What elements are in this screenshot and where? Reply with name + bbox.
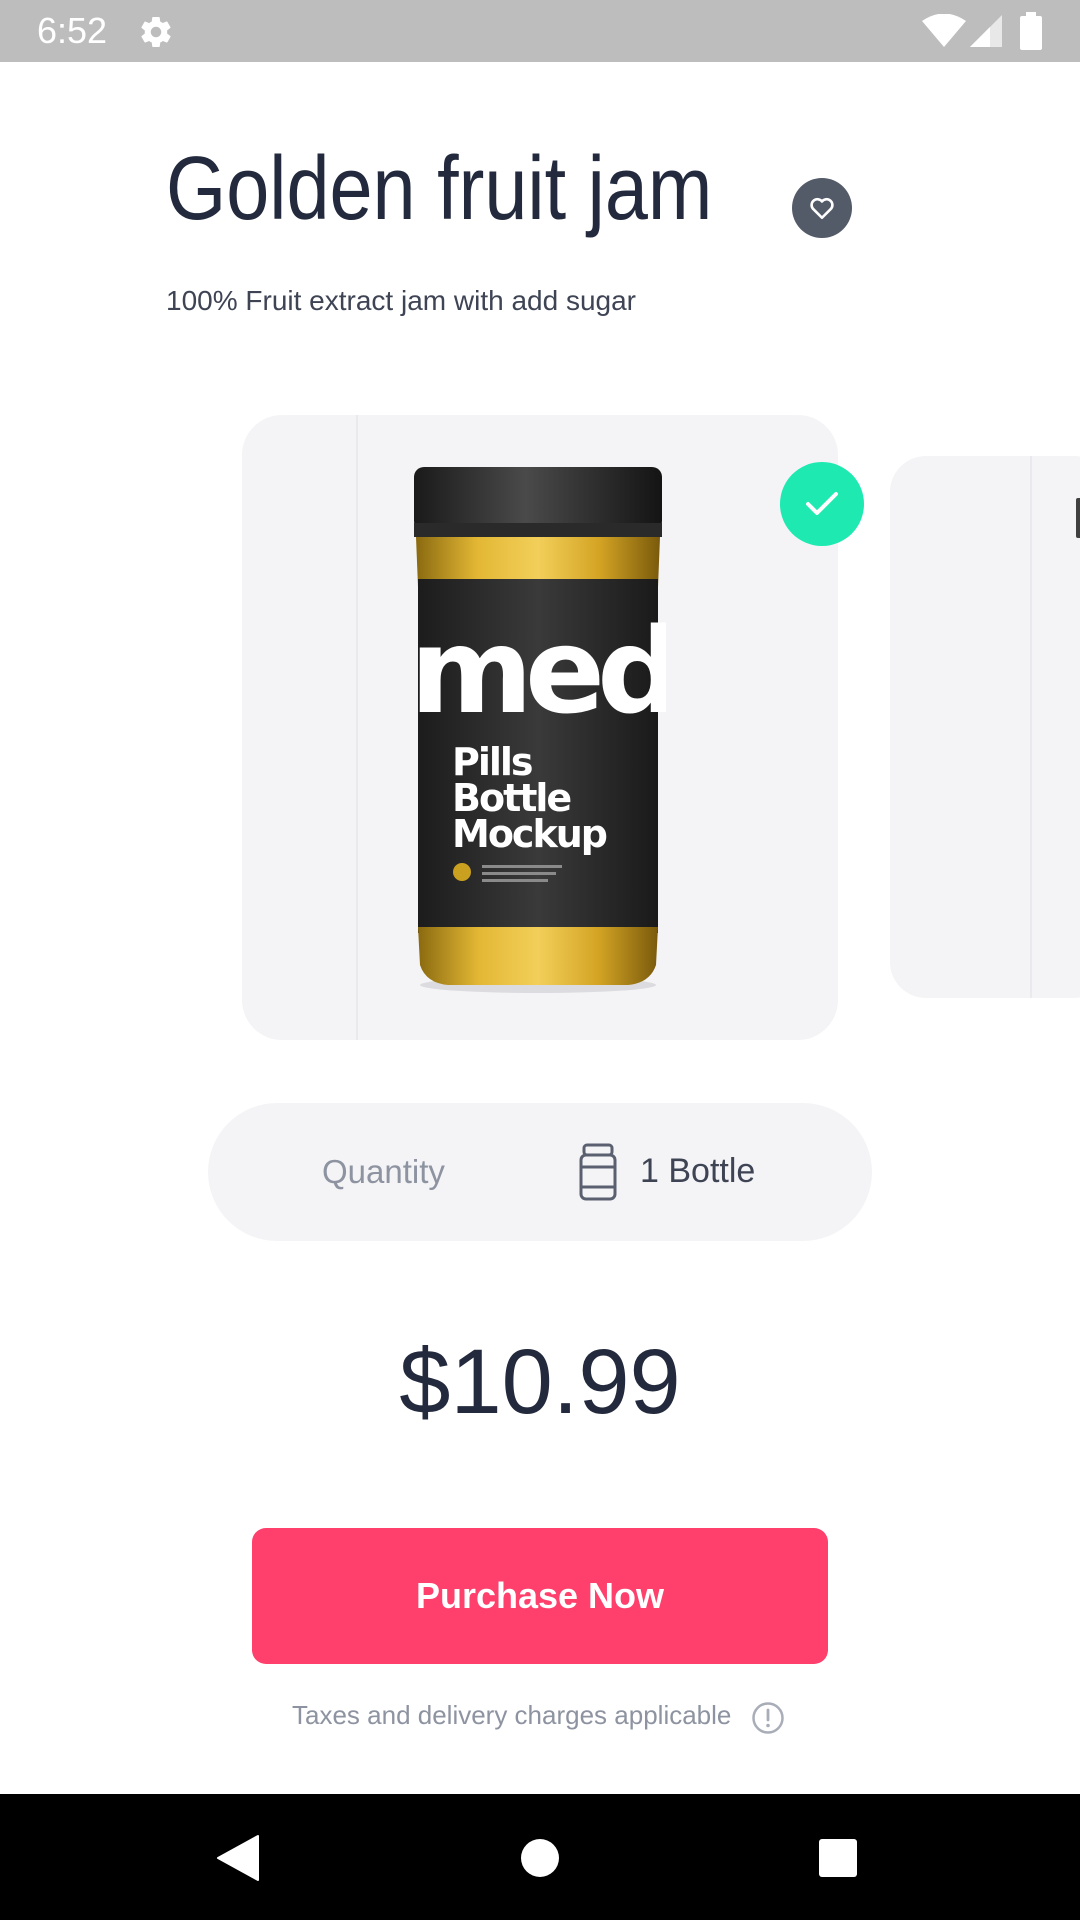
heart-outline-icon [810, 197, 834, 220]
quantity-value[interactable]: 1 Bottle [640, 1152, 755, 1191]
signal-icon [970, 15, 1002, 47]
product-card-selected[interactable]: med Pills Bottle Mockup [242, 415, 838, 1040]
system-nav-bar [0, 1794, 1080, 1920]
home-icon[interactable] [520, 1838, 560, 1878]
wifi-icon [922, 14, 966, 47]
next-product-image [1076, 498, 1080, 538]
jar-brand-text: med [410, 602, 666, 740]
recents-icon[interactable] [818, 1838, 858, 1878]
product-title: Golden fruit jam [166, 139, 713, 239]
card-divider [356, 415, 358, 1040]
battery-icon [1020, 12, 1042, 50]
product-card-next[interactable] [890, 456, 1080, 998]
card-divider [1030, 456, 1032, 998]
product-jar-image: med Pills Bottle Mockup [410, 467, 666, 993]
back-icon[interactable] [216, 1834, 260, 1882]
price: $10.99 [399, 1331, 681, 1433]
bottle-icon [579, 1143, 617, 1201]
purchase-now-button[interactable]: Purchase Now [252, 1528, 828, 1664]
selected-check-badge [780, 462, 864, 546]
quantity-label: Quantity [322, 1153, 445, 1190]
status-time: 6:52 [37, 10, 108, 51]
quantity-selector[interactable] [208, 1103, 872, 1241]
info-icon[interactable] [751, 1701, 785, 1735]
product-subtitle: 100% Fruit extract jam with add sugar [166, 285, 636, 316]
status-bar: 6:52 [0, 0, 1080, 62]
tax-note: Taxes and delivery charges applicable [292, 1700, 732, 1730]
gear-icon [141, 17, 171, 48]
jar-label-line3: Mockup [452, 812, 607, 856]
check-icon [806, 492, 838, 515]
favorite-button[interactable] [792, 178, 852, 238]
